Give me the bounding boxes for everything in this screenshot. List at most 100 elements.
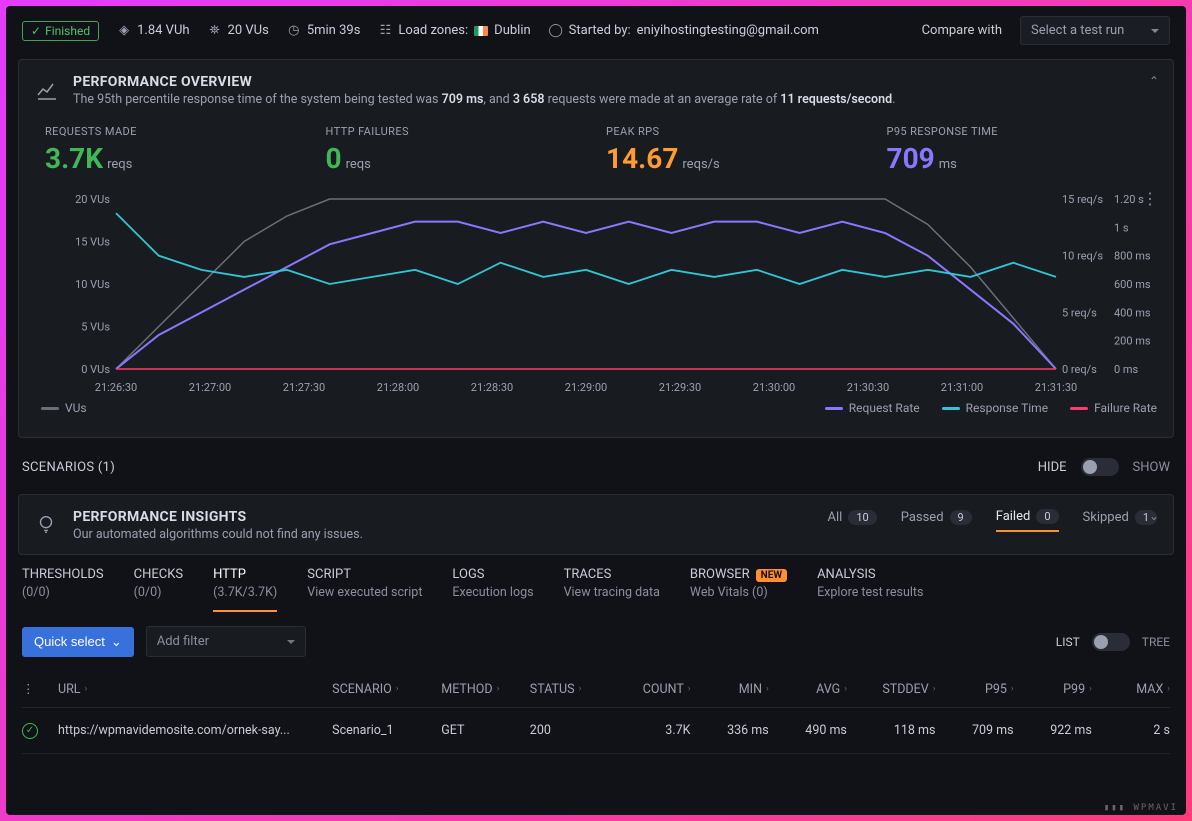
cell-max: 2 s: [1098, 723, 1170, 738]
cell-url: https://wpmavidemosite.com/ornek-say...: [58, 723, 318, 738]
compare-select[interactable]: Select a test run: [1020, 16, 1170, 45]
show-label: SHOW: [1133, 460, 1170, 475]
svg-text:21:30:30: 21:30:30: [847, 381, 889, 394]
svg-text:21:31:00: 21:31:00: [941, 381, 983, 394]
svg-text:15 req/s: 15 req/s: [1062, 193, 1103, 206]
col-status[interactable]: STATUS›: [530, 682, 602, 697]
legend-vus[interactable]: VUs: [41, 401, 87, 415]
insights-tab-all[interactable]: All10: [828, 510, 877, 531]
metric-failures: HTTP FAILURES 0reqs: [316, 125, 597, 175]
cell-min: 336 ms: [697, 723, 769, 738]
col-stddev[interactable]: STDDEV›: [853, 682, 936, 697]
status-finished-label: Finished: [45, 24, 90, 38]
legend-response-time[interactable]: Response Time: [942, 401, 1048, 415]
tab-checks[interactable]: CHECKS(0/0): [134, 567, 183, 612]
cell-avg: 490 ms: [775, 723, 847, 738]
svg-text:21:30:00: 21:30:00: [753, 381, 795, 394]
chart-line-icon: [35, 78, 59, 102]
insights-tab-skipped[interactable]: Skipped1: [1083, 510, 1157, 531]
user-icon: ◯: [549, 24, 563, 38]
svg-text:21:28:00: 21:28:00: [377, 381, 419, 394]
compare-with-label: Compare with: [922, 23, 1002, 38]
insights-tab-failed[interactable]: Failed0: [996, 509, 1059, 532]
legend-failure-rate[interactable]: Failure Rate: [1070, 401, 1157, 415]
metric-peak-rps: PEAK RPS 14.67reqs/s: [596, 125, 877, 175]
section-tabs: THRESHOLDS(0/0) CHECKS(0/0) HTTP(3.7K/3.…: [6, 563, 1186, 612]
legend-request-rate[interactable]: Request Rate: [825, 401, 920, 415]
duration-stat: ◷5min 39s: [287, 23, 361, 38]
insights-subtitle: Our automated algorithms could not find …: [73, 527, 363, 542]
http-table: ⋮ URL› SCENARIO› METHOD› STATUS› COUNT› …: [6, 671, 1186, 754]
svg-text:0 req/s: 0 req/s: [1062, 363, 1097, 376]
scenarios-toggle[interactable]: [1081, 458, 1119, 476]
add-filter-select[interactable]: Add filter: [146, 626, 306, 657]
svg-text:21:27:30: 21:27:30: [283, 381, 325, 394]
chevron-down-icon: ⌄: [111, 634, 122, 650]
svg-text:400 ms: 400 ms: [1114, 306, 1151, 319]
col-menu[interactable]: ⋮: [22, 681, 52, 697]
hide-label: HIDE: [1038, 460, 1067, 475]
col-count[interactable]: COUNT›: [608, 682, 691, 697]
col-url[interactable]: URL›: [58, 682, 326, 697]
tab-script[interactable]: SCRIPTView executed script: [307, 567, 422, 612]
lightbulb-icon: [35, 513, 59, 537]
cell-count: 3.7K: [608, 723, 691, 738]
chart-area: ⋮ 0 VUs5 VUs10 VUs15 VUs20 VUs0 req/s5 r…: [35, 189, 1157, 429]
col-p99[interactable]: P99›: [1020, 682, 1092, 697]
col-scenario[interactable]: SCENARIO›: [332, 682, 435, 697]
cell-p99: 922 ms: [1020, 723, 1092, 738]
col-min[interactable]: MIN›: [697, 682, 769, 697]
svg-text:21:29:00: 21:29:00: [565, 381, 607, 394]
tab-thresholds[interactable]: THRESHOLDS(0/0): [22, 567, 104, 612]
svg-text:20 VUs: 20 VUs: [75, 193, 110, 206]
cell-method: GET: [441, 723, 524, 738]
kebab-icon: ⋮: [22, 681, 35, 697]
flame-icon: ◈: [117, 24, 131, 38]
list-tree-toggle[interactable]: [1092, 633, 1130, 651]
col-method[interactable]: METHOD›: [441, 682, 524, 697]
collapse-icon[interactable]: ⌄: [1149, 509, 1159, 523]
cell-status: 200: [530, 723, 602, 738]
chart-menu-icon[interactable]: ⋮: [1142, 189, 1157, 208]
cell-stddev: 118 ms: [853, 723, 936, 738]
flag-ireland-icon: [474, 26, 488, 36]
vus-stat: ⛯20 VUs: [208, 23, 269, 38]
tab-analysis[interactable]: ANALYSISExplore test results: [817, 567, 923, 612]
tab-logs[interactable]: LOGSExecution logs: [452, 567, 533, 612]
tab-traces[interactable]: TRACESView tracing data: [564, 567, 660, 612]
col-avg[interactable]: AVG›: [775, 682, 847, 697]
scenarios-title: SCENARIOS (1): [22, 460, 115, 475]
col-max[interactable]: MAX›: [1098, 682, 1170, 697]
clock-icon: ◷: [287, 24, 301, 38]
scenarios-row: SCENARIOS (1) HIDE SHOW: [6, 446, 1186, 490]
svg-text:21:29:30: 21:29:30: [659, 381, 701, 394]
cell-scenario: Scenario_1: [332, 723, 435, 738]
svg-text:10 VUs: 10 VUs: [75, 278, 110, 291]
svg-text:0 VUs: 0 VUs: [81, 363, 110, 376]
chart-legend: VUs Request Rate Response Time Failure R…: [35, 399, 1157, 415]
filter-row: Quick select⌄ Add filter LIST TREE: [6, 612, 1186, 671]
cell-p95: 709 ms: [941, 723, 1013, 738]
svg-text:21:27:00: 21:27:00: [189, 381, 231, 394]
list-label: LIST: [1056, 635, 1080, 649]
svg-text:21:28:30: 21:28:30: [471, 381, 513, 394]
svg-text:1 s: 1 s: [1114, 221, 1129, 234]
tab-http[interactable]: HTTP(3.7K/3.7K): [213, 567, 277, 612]
quick-select-button[interactable]: Quick select⌄: [22, 627, 134, 657]
metric-requests: REQUESTS MADE 3.7Kreqs: [35, 125, 316, 175]
svg-text:600 ms: 600 ms: [1114, 278, 1151, 291]
svg-text:200 ms: 200 ms: [1114, 335, 1151, 348]
svg-text:10 req/s: 10 req/s: [1062, 250, 1103, 263]
svg-text:5 req/s: 5 req/s: [1062, 306, 1097, 319]
topbar: ✓ Finished ◈1.84 VUh ⛯20 VUs ◷5min 39s ☷…: [6, 6, 1186, 55]
tab-browser[interactable]: BROWSERNEWWeb Vitals (0): [690, 567, 787, 612]
table-row[interactable]: ✓ https://wpmavidemosite.com/ornek-say..…: [22, 708, 1170, 754]
svg-text:21:31:30: 21:31:30: [1035, 381, 1077, 394]
svg-text:0 ms: 0 ms: [1114, 363, 1139, 376]
tree-label: TREE: [1142, 635, 1170, 649]
col-p95[interactable]: P95›: [941, 682, 1013, 697]
performance-insights-panel: ⌄ PERFORMANCE INSIGHTS Our automated alg…: [18, 494, 1174, 555]
insights-tab-passed[interactable]: Passed9: [901, 510, 972, 531]
overview-title: PERFORMANCE OVERVIEW: [73, 74, 895, 90]
collapse-icon[interactable]: ⌃: [1149, 74, 1159, 88]
